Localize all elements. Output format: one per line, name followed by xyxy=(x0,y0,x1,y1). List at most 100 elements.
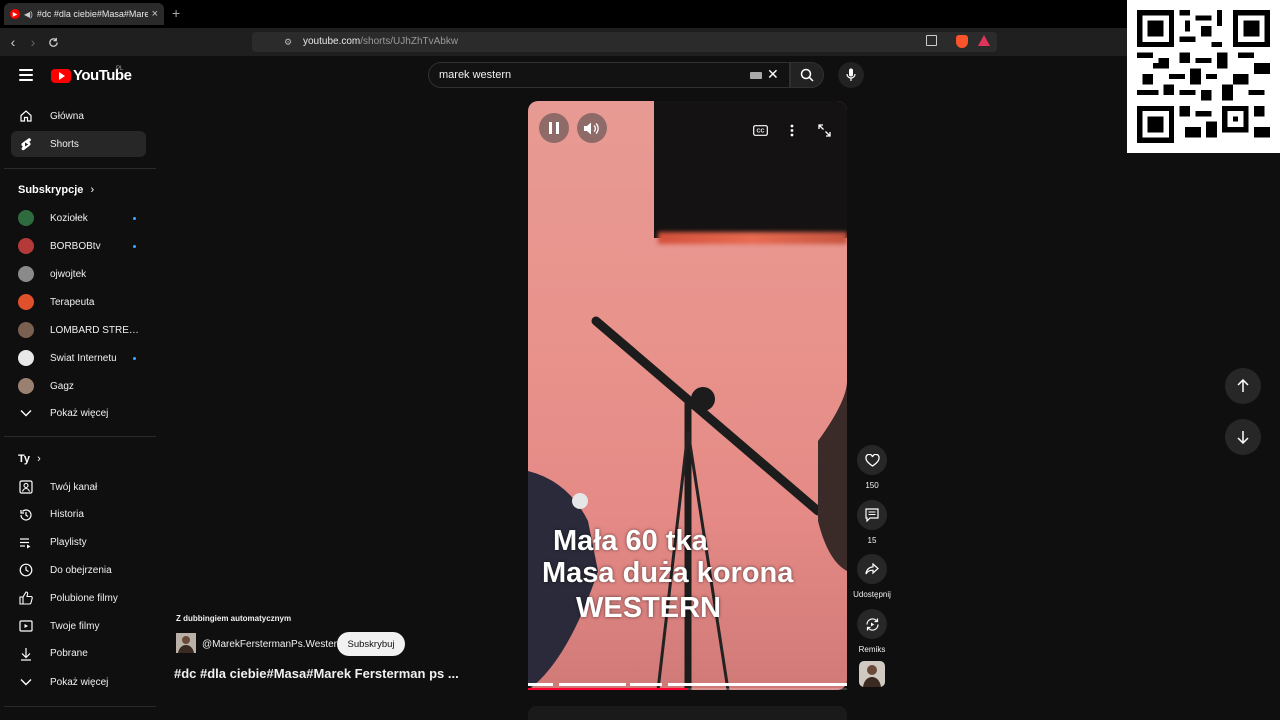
sidebar-item-label: Playlisty xyxy=(50,537,87,549)
sidebar-subscription-item[interactable]: LOMBARD STREFA ... xyxy=(11,317,146,343)
sidebar-subscription-item[interactable]: Świat Internetu xyxy=(11,345,146,371)
arrow-up-icon xyxy=(1237,379,1249,392)
open-external-icon[interactable] xyxy=(926,35,937,46)
sidebar-item-label: Pokaż więcej xyxy=(50,407,109,419)
clear-search-icon[interactable]: ✕ xyxy=(767,66,779,83)
back-icon[interactable]: ‹ xyxy=(4,33,22,51)
sidebar-subscription-item[interactable]: Koziołek xyxy=(11,205,146,231)
show-more-subscriptions[interactable]: Pokaż więcej xyxy=(11,400,146,426)
you-heading[interactable]: Ty › xyxy=(18,453,41,465)
reload-icon[interactable] xyxy=(44,33,62,51)
remix-button[interactable] xyxy=(857,609,887,639)
playback-progress-bar[interactable] xyxy=(528,688,847,690)
channel-name[interactable]: @MarekFerstermanPs.Western xyxy=(202,639,343,650)
share-button[interactable] xyxy=(857,554,887,584)
channel-avatar xyxy=(18,322,34,338)
channel-avatar xyxy=(18,238,34,254)
youtube-play-icon xyxy=(51,68,71,83)
youtube-favicon-icon: ▶ xyxy=(10,9,20,19)
clock-icon xyxy=(18,562,34,578)
forward-icon[interactable]: › xyxy=(24,33,42,51)
like-icon xyxy=(18,590,34,606)
sidebar-item-label: Shorts xyxy=(50,138,79,150)
voice-search-button[interactable] xyxy=(838,62,864,88)
arrow-down-icon xyxy=(1237,431,1249,444)
overlay-text-line2: Masa duża korona xyxy=(542,557,794,589)
channel-avatar xyxy=(18,378,34,394)
video-title[interactable]: #dc #dla ciebie#Masa#Marek Fersterman ps… xyxy=(174,666,459,681)
like-button[interactable] xyxy=(857,445,887,475)
next-short-preview[interactable] xyxy=(528,706,847,720)
tab-close-icon[interactable]: × xyxy=(152,8,158,20)
sidebar-item-label: ojwojtek xyxy=(50,268,87,280)
sidebar-item-video[interactable]: Twoje filmy xyxy=(11,613,146,639)
subscribe-button[interactable]: Subskrybuj xyxy=(337,632,405,656)
comment-icon xyxy=(865,508,879,522)
sidebar-item-clock[interactable]: Do obejrzenia xyxy=(11,557,146,583)
browser-tab[interactable]: ▶ ◀) #dc #dla ciebie#Masa#Marek × xyxy=(4,3,164,25)
qr-code xyxy=(1127,0,1280,153)
chevron-down-icon xyxy=(18,405,34,421)
show-more-you[interactable]: Pokaż więcej xyxy=(11,669,146,695)
sidebar-item-home[interactable]: Główna xyxy=(11,103,146,129)
home-icon xyxy=(18,108,34,124)
history-icon xyxy=(18,507,34,523)
sidebar-item-label: LOMBARD STREFA ... xyxy=(50,324,140,336)
search-icon xyxy=(800,68,814,82)
url-path: /shorts/UJhZhTvAbkw xyxy=(360,36,459,47)
overlay-text-line1: Mała 60 tka xyxy=(553,525,708,557)
channel-avatar[interactable] xyxy=(176,633,196,653)
new-content-dot xyxy=(133,244,136,248)
previous-short-button[interactable] xyxy=(1225,368,1261,404)
video-icon xyxy=(18,618,34,634)
next-short-button[interactable] xyxy=(1225,419,1261,455)
search-value: marek western xyxy=(439,69,512,81)
url-text: youtube.com/shorts/UJhZhTvAbkw xyxy=(303,36,458,47)
svg-text:CC: CC xyxy=(756,128,764,134)
site-info-icon[interactable]: ⚙ xyxy=(284,37,292,48)
sidebar-item-shorts[interactable]: Shorts xyxy=(11,131,146,157)
brave-rewards-icon[interactable] xyxy=(978,35,990,46)
fullscreen-icon[interactable] xyxy=(816,122,832,138)
playlist-icon xyxy=(18,535,34,551)
sidebar-item-label: Terapeuta xyxy=(50,296,95,308)
pause-icon xyxy=(549,122,559,134)
sidebar-item-label: Do obejrzenia xyxy=(50,564,112,576)
chevron-right-icon: › xyxy=(37,453,41,465)
menu-icon[interactable] xyxy=(19,69,33,81)
sidebar-item-label: Twoje filmy xyxy=(50,620,100,632)
sidebar-item-download[interactable]: Pobrane xyxy=(11,641,146,667)
captions-icon[interactable]: CC xyxy=(752,122,768,138)
progress-segment xyxy=(668,683,847,686)
new-content-dot xyxy=(133,216,136,220)
sidebar-subscription-item[interactable]: ojwojtek xyxy=(11,261,146,287)
shorts-video-player[interactable]: CC Mała 60 tka Masa duża korona WESTERN xyxy=(528,101,847,690)
more-options-icon[interactable] xyxy=(784,122,800,138)
divider xyxy=(4,436,156,437)
sidebar-subscription-item[interactable]: Terapeuta xyxy=(11,289,146,315)
new-tab-icon[interactable]: + xyxy=(172,5,180,21)
search-button[interactable] xyxy=(790,62,824,88)
subscriptions-heading[interactable]: Subskrypcje › xyxy=(18,184,94,196)
sidebar-item-label: Polubione filmy xyxy=(50,592,118,604)
sidebar-item-channel[interactable]: Twój kanał xyxy=(11,474,146,500)
pause-button[interactable] xyxy=(539,113,569,143)
keyboard-icon[interactable] xyxy=(750,72,762,79)
sidebar-item-history[interactable]: Historia xyxy=(11,502,146,528)
remix-label: Remiks xyxy=(858,645,886,654)
sidebar-subscription-item[interactable]: BORBOBtv xyxy=(11,233,146,259)
share-label: Udostępnij xyxy=(853,590,891,599)
volume-button[interactable] xyxy=(577,113,607,143)
brave-shield-icon[interactable] xyxy=(956,35,968,48)
sidebar-item-like[interactable]: Polubione filmy xyxy=(11,585,146,611)
sidebar-item-label: Pobrane xyxy=(50,648,88,660)
playback-progress-fill xyxy=(528,688,688,690)
sidebar-item-playlist[interactable]: Playlisty xyxy=(11,530,146,556)
audio-icon: ◀) xyxy=(24,9,33,19)
comments-button[interactable] xyxy=(857,500,887,530)
sidebar-subscription-item[interactable]: Gagz xyxy=(11,373,146,399)
shorts-icon xyxy=(18,136,34,152)
progress-segment xyxy=(630,683,662,686)
channel-thumbnail[interactable] xyxy=(859,661,885,687)
sidebar-item-label: Koziołek xyxy=(50,212,88,224)
